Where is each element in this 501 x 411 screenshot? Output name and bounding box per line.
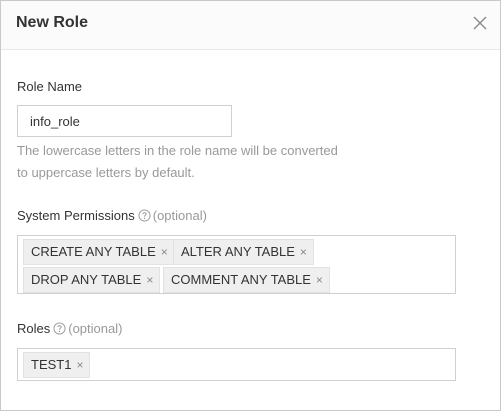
new-role-dialog: New Role Role Name The lowercase letters… [0,0,501,411]
roles-tag-input[interactable]: TEST1 × [17,348,456,381]
role-name-hint-line2: to uppercase letters by default. [17,165,195,180]
question-circle-icon[interactable] [53,322,66,335]
system-permissions-label: System Permissions [17,208,135,223]
permission-tag-label: DROP ANY TABLE [31,272,142,287]
permission-tag: COMMENT ANY TABLE × [163,267,330,293]
system-permissions-optional: (optional) [152,208,207,223]
permission-tag: CREATE ANY TABLE × [23,239,175,265]
remove-tag-icon[interactable]: × [316,268,323,292]
permission-tag: ALTER ANY TABLE × [173,239,314,265]
role-tag-label: TEST1 [31,357,72,372]
dialog-header: New Role [1,1,500,50]
system-permissions-label-row: System Permissions (optional) [17,208,207,223]
close-icon[interactable] [470,13,490,33]
role-name-label: Role Name [17,79,83,94]
remove-tag-icon[interactable]: × [146,268,153,292]
question-circle-icon[interactable] [138,209,151,222]
roles-optional: (optional) [68,321,123,336]
role-name-input[interactable] [17,105,232,137]
permission-tag-label: ALTER ANY TABLE [181,244,295,259]
remove-tag-icon[interactable]: × [76,353,83,377]
roles-label: Roles [17,321,51,336]
permission-tag: DROP ANY TABLE × [23,267,161,293]
permission-tag-label: CREATE ANY TABLE [31,244,156,259]
role-name-hint: The lowercase letters in the role name w… [17,140,377,184]
role-name-hint-line1: The lowercase letters in the role name w… [17,143,338,158]
dialog-title: New Role [16,14,89,31]
permission-tag-label: COMMENT ANY TABLE [171,272,311,287]
role-tag: TEST1 × [23,352,91,378]
system-permissions-tag-input[interactable]: CREATE ANY TABLE × ALTER ANY TABLE × DROP … [17,235,456,294]
roles-label-row: Roles (optional) [17,321,122,336]
remove-tag-icon[interactable]: × [300,240,307,264]
remove-tag-icon[interactable]: × [161,240,168,264]
